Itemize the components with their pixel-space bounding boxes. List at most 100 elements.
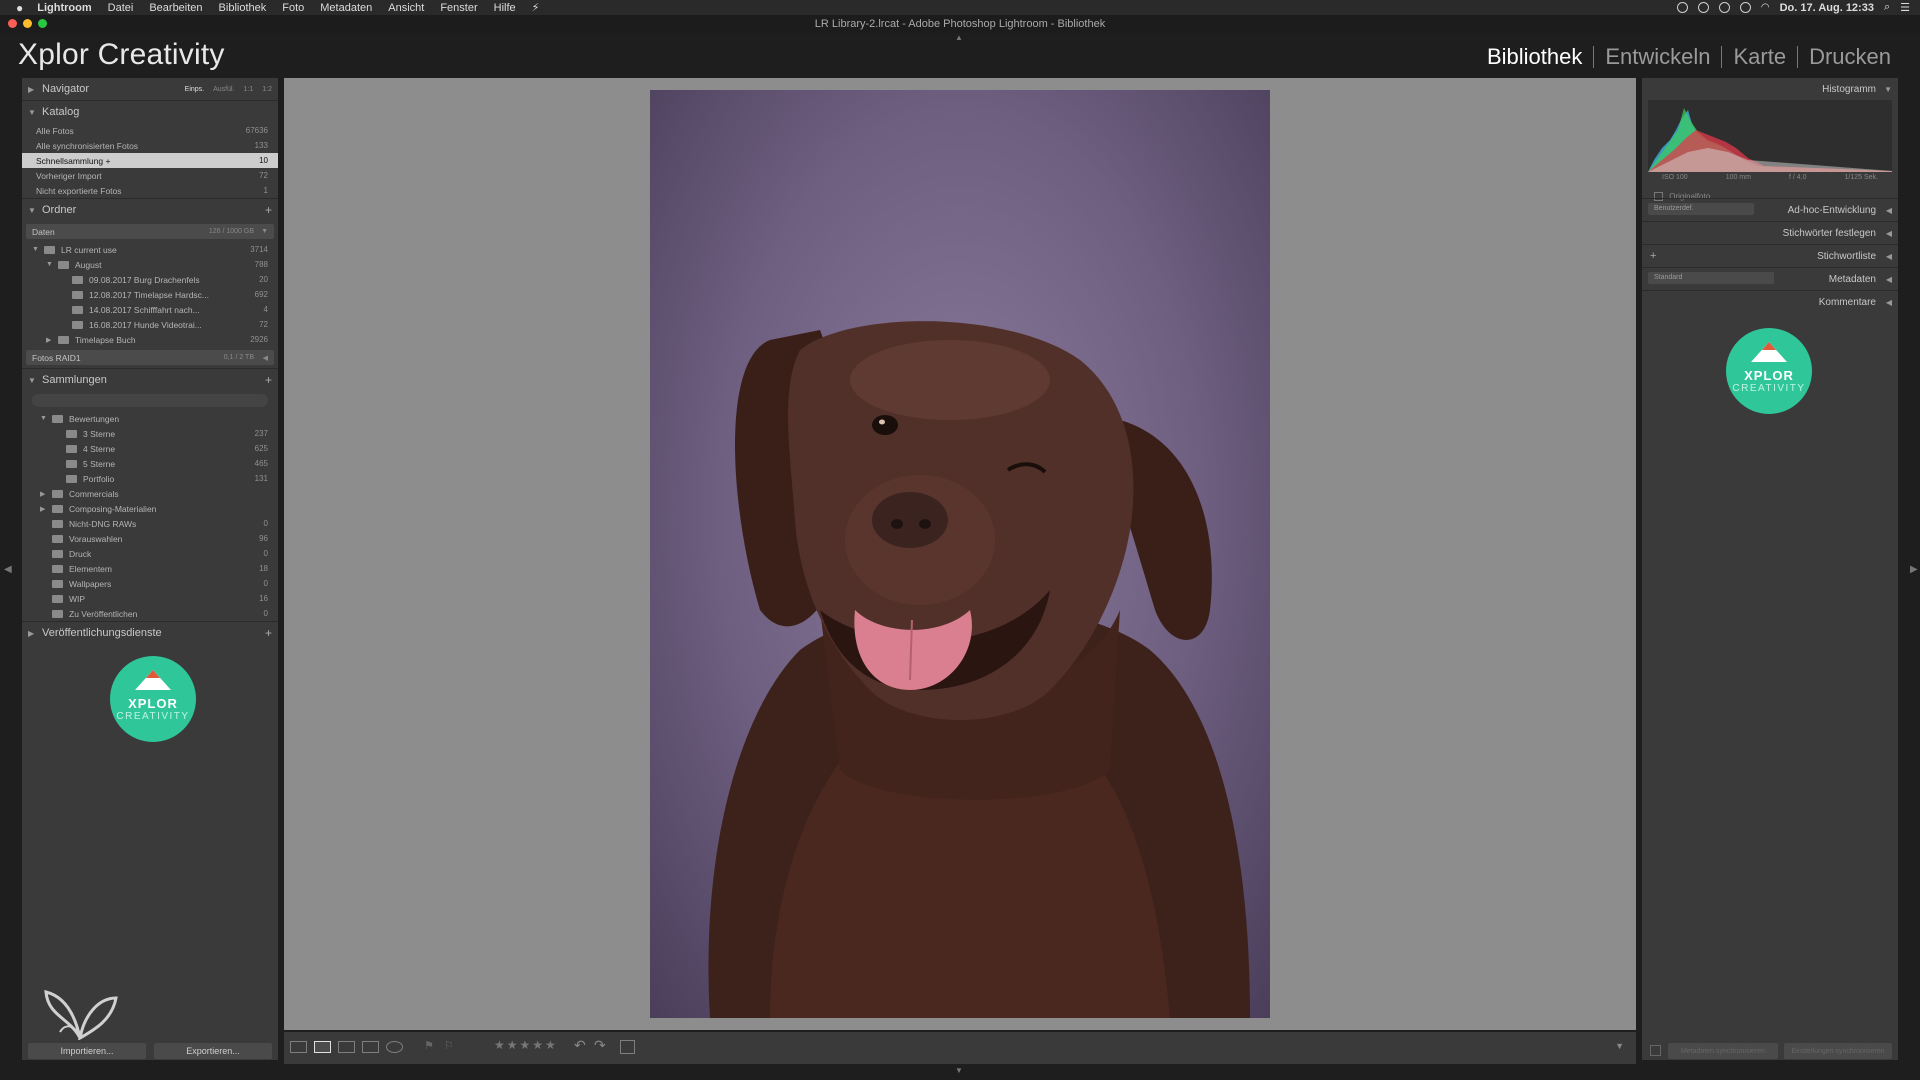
loupe-canvas[interactable]: [284, 78, 1636, 1030]
catalog-row[interactable]: Nicht exportierte Fotos 1: [22, 183, 278, 198]
rating-stars[interactable]: ★★★★★: [494, 1038, 558, 1052]
menu-ansicht[interactable]: Ansicht: [380, 2, 432, 14]
volume-daten[interactable]: Daten 126 / 1000 GB ▼: [26, 224, 274, 239]
collapsed-triangle-icon[interactable]: ▶: [40, 490, 52, 498]
collection-filter-input[interactable]: [32, 394, 268, 407]
grid-view-icon[interactable]: [290, 1041, 307, 1053]
loupe-view-icon[interactable]: [314, 1041, 331, 1053]
collections-row[interactable]: Vorauswahlen 96: [22, 531, 278, 546]
collections-row[interactable]: Wallpapers 0: [22, 576, 278, 591]
metadata-header[interactable]: Standard Metadaten ◀: [1642, 267, 1898, 290]
bottom-panel-toggle-icon[interactable]: ▼: [955, 1066, 963, 1075]
compare-view-icon[interactable]: [338, 1041, 355, 1053]
module-entwickeln[interactable]: Entwickeln: [1594, 44, 1721, 70]
sync-toggle-icon[interactable]: [1650, 1045, 1661, 1056]
histogram-chart[interactable]: [1648, 100, 1892, 172]
add-publish-service-icon[interactable]: +: [265, 626, 272, 640]
left-panel-toggle-icon[interactable]: ◀: [4, 564, 12, 575]
zoom-fill-option[interactable]: Ausfül.: [213, 86, 234, 93]
collections-row[interactable]: ▶ Composing-Materialien: [22, 501, 278, 516]
rotate-left-icon[interactable]: ↶: [574, 1037, 586, 1054]
tray-icon[interactable]: [1676, 2, 1688, 13]
folders-row[interactable]: 16.08.2017 Hunde Videotrai... 72: [22, 317, 278, 332]
collections-row[interactable]: Elementem 18: [22, 561, 278, 576]
collections-row[interactable]: 4 Sterne 625: [22, 441, 278, 456]
wifi-icon[interactable]: ◠: [1761, 2, 1770, 13]
folders-row[interactable]: 09.08.2017 Burg Drachenfels 20: [22, 272, 278, 287]
menu-bibliothek[interactable]: Bibliothek: [211, 2, 275, 14]
menu-hilfe[interactable]: Hilfe: [486, 2, 524, 14]
people-view-icon[interactable]: [386, 1041, 403, 1053]
import-button[interactable]: Importieren...: [28, 1043, 146, 1059]
module-karte[interactable]: Karte: [1722, 44, 1797, 70]
add-keyword-icon[interactable]: +: [1650, 250, 1656, 262]
catalog-header[interactable]: ▼ Katalog: [22, 100, 278, 123]
top-panel-toggle-icon[interactable]: ▲: [955, 33, 963, 42]
volume-dropdown-icon[interactable]: ◀: [263, 354, 268, 362]
collapsed-triangle-icon[interactable]: ▶: [46, 336, 58, 344]
survey-view-icon[interactable]: [362, 1041, 379, 1053]
volume-fotos-raid1[interactable]: Fotos RAID1 0,1 / 2 TB ◀: [26, 350, 274, 365]
collections-row[interactable]: 3 Sterne 237: [22, 426, 278, 441]
tray-icon[interactable]: [1739, 2, 1751, 13]
expanded-triangle-icon[interactable]: ▼: [40, 415, 52, 422]
collapsed-triangle-icon[interactable]: ▶: [40, 505, 52, 513]
menu-foto[interactable]: Foto: [274, 2, 312, 14]
search-icon[interactable]: ⌕: [1884, 1, 1890, 14]
zoom-fit-option[interactable]: Einps.: [185, 86, 204, 93]
volume-dropdown-icon[interactable]: ▼: [261, 228, 268, 235]
folders-row[interactable]: ▼ August 788: [22, 257, 278, 272]
menu-lightroom[interactable]: Lightroom: [29, 2, 99, 14]
dog-photo[interactable]: [650, 90, 1270, 1018]
collections-row[interactable]: Druck 0: [22, 546, 278, 561]
publish-services-header[interactable]: ▶ Veröffentlichungsdienste +: [22, 621, 278, 644]
expanded-triangle-icon[interactable]: ▼: [46, 261, 58, 268]
toolbar-options-chevron-icon[interactable]: ▼: [1615, 1041, 1624, 1051]
flag-icon[interactable]: ⚑: [424, 1039, 434, 1052]
saved-preset-select[interactable]: Benutzerdef.: [1648, 203, 1754, 215]
catalog-row[interactable]: Vorheriger Import 72: [22, 168, 278, 183]
crop-overlay-icon[interactable]: [620, 1040, 635, 1054]
collections-row[interactable]: Zu Veröffentlichen 0: [22, 606, 278, 621]
right-panel-toggle-icon[interactable]: ▶: [1910, 564, 1918, 575]
folders-row[interactable]: 14.08.2017 Schifffahrt nach... 4: [22, 302, 278, 317]
add-folder-icon[interactable]: +: [265, 203, 272, 217]
add-collection-icon[interactable]: +: [265, 373, 272, 387]
quick-develop-header[interactable]: Benutzerdef. Ad-hoc-Entwicklung ◀: [1642, 198, 1898, 221]
collections-row[interactable]: Nicht-DNG RAWs 0: [22, 516, 278, 531]
catalog-row[interactable]: Schnellsammlung + 10: [22, 153, 278, 168]
collections-header[interactable]: ▼ Sammlungen +: [22, 368, 278, 391]
catalog-row[interactable]: Alle Fotos 67636: [22, 123, 278, 138]
keywording-header[interactable]: Stichwörter festlegen ◀: [1642, 221, 1898, 244]
zoom-1-2-option[interactable]: 1:2: [262, 86, 272, 93]
folders-row[interactable]: ▶ Timelapse Buch 2926: [22, 332, 278, 347]
folders-row[interactable]: 12.08.2017 Timelapse Hardsc... 692: [22, 287, 278, 302]
rotate-right-icon[interactable]: ↷: [594, 1037, 606, 1054]
menu-fenster[interactable]: Fenster: [432, 2, 485, 14]
folders-row[interactable]: ▼ LR current use 3714: [22, 242, 278, 257]
export-button[interactable]: Exportieren...: [154, 1043, 272, 1059]
menu-list-icon[interactable]: ☰: [1900, 1, 1910, 14]
collections-row[interactable]: ▼ Bewertungen: [22, 411, 278, 426]
expanded-triangle-icon[interactable]: ▼: [32, 246, 44, 253]
metadata-preset-select[interactable]: Standard: [1648, 272, 1774, 284]
navigator-header[interactable]: ▶ Navigator Einps. Ausfül. 1:1 1:2: [22, 78, 278, 100]
menu-metadaten[interactable]: Metadaten: [312, 2, 380, 14]
collections-row[interactable]: Portfolio 131: [22, 471, 278, 486]
folders-header[interactable]: ▼ Ordner +: [22, 198, 278, 221]
sync-settings-button[interactable]: Einstellungen synchronisieren: [1784, 1043, 1892, 1059]
histogram-header[interactable]: Histogramm ▼: [1642, 78, 1898, 100]
sync-metadata-button[interactable]: Metadaten synchronisieren: [1668, 1043, 1778, 1059]
comments-header[interactable]: Kommentare ◀: [1642, 290, 1898, 313]
menu-bearbeiten[interactable]: Bearbeiten: [141, 2, 210, 14]
tray-icon[interactable]: [1718, 2, 1730, 13]
catalog-row[interactable]: Alle synchronisierten Fotos 133: [22, 138, 278, 153]
menu-datei[interactable]: Datei: [100, 2, 142, 14]
collections-row[interactable]: WIP 16: [22, 591, 278, 606]
keyword-list-header[interactable]: + Stichwortliste ◀: [1642, 244, 1898, 267]
clock[interactable]: Do. 17. Aug. 12:33: [1780, 2, 1874, 14]
collections-row[interactable]: 5 Sterne 465: [22, 456, 278, 471]
zoom-1-1-option[interactable]: 1:1: [244, 86, 254, 93]
module-bibliothek[interactable]: Bibliothek: [1476, 44, 1593, 70]
module-drucken[interactable]: Drucken: [1798, 44, 1902, 70]
